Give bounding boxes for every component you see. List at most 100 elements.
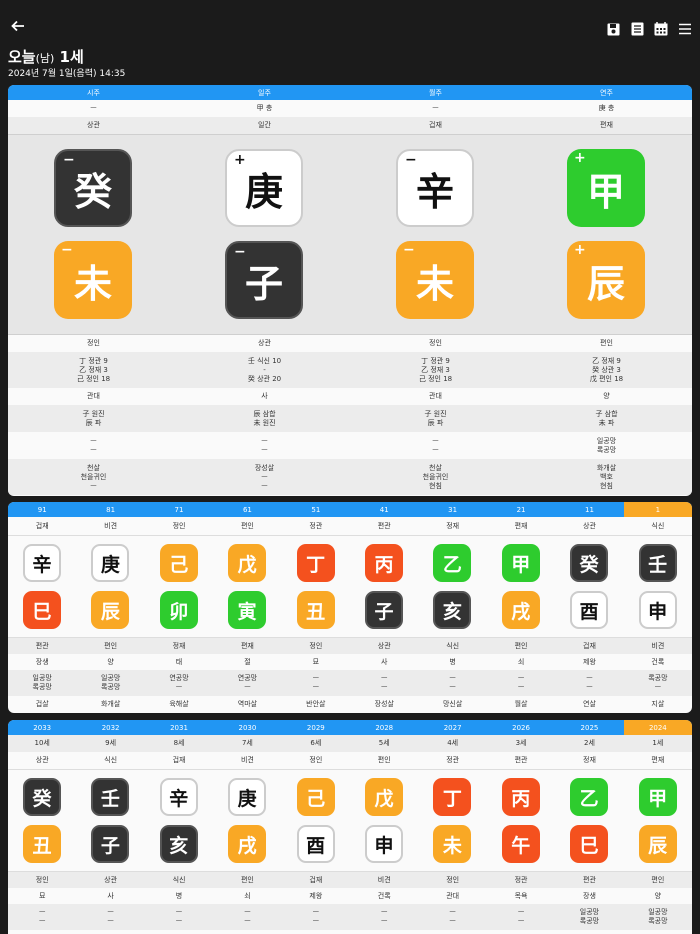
menu-icon[interactable] bbox=[676, 20, 694, 38]
earthly-branch-tile[interactable]: 亥 bbox=[433, 591, 472, 629]
earthly-branch-tile[interactable]: + 辰 bbox=[567, 241, 645, 319]
earthly-branch-tile[interactable]: 丑 bbox=[296, 591, 335, 629]
earthly-branch-tile[interactable]: 午 bbox=[501, 825, 540, 863]
yin-yang-sign: − bbox=[63, 152, 75, 168]
pillar-header[interactable]: 일주 bbox=[179, 88, 350, 98]
earthly-branch-tile[interactable]: 未 bbox=[433, 825, 472, 863]
seun-cell: 편인 bbox=[240, 875, 254, 884]
pillar-header[interactable]: 연주 bbox=[521, 88, 692, 98]
heavenly-stem-tile[interactable]: − 癸 bbox=[54, 149, 132, 227]
seun-year-header[interactable]: 2033 bbox=[8, 724, 76, 732]
earthly-branch-tile[interactable]: − 未 bbox=[54, 241, 132, 319]
heavenly-stem-tile[interactable]: 辛 bbox=[23, 544, 61, 582]
heavenly-stem-tile[interactable]: 丙 bbox=[365, 544, 403, 582]
daewoon-age-header[interactable]: 61 bbox=[213, 506, 281, 514]
pillar-cell: 子 삼합 未 파 bbox=[595, 409, 618, 427]
daewoon-age-header[interactable]: 41 bbox=[350, 506, 418, 514]
heavenly-stem-tile[interactable]: 丁 bbox=[296, 544, 335, 582]
seun-year-header[interactable]: 2026 bbox=[487, 724, 555, 732]
daewoon-age-header[interactable]: 81 bbox=[76, 506, 144, 514]
seun-cell: 정인 bbox=[309, 756, 323, 764]
pillar-cell: 子 원진 辰 파 bbox=[82, 409, 105, 427]
calendar-icon[interactable] bbox=[652, 20, 670, 38]
heavenly-stem-tile[interactable]: 辛 bbox=[159, 778, 198, 816]
heavenly-stem-tile[interactable]: 甲 bbox=[638, 778, 677, 816]
heavenly-stem-tile[interactable]: 丙 bbox=[501, 778, 540, 816]
earthly-branch-tile[interactable]: 丑 bbox=[23, 825, 61, 863]
heavenly-stem-tile[interactable]: 戊 bbox=[228, 544, 267, 582]
heavenly-stem-tile[interactable]: 丁 bbox=[433, 778, 472, 816]
heavenly-stem-tile[interactable]: + 甲 bbox=[567, 149, 645, 227]
daewoon-branch-role-row: 편관 편인 정재 편재 정인 상관 식신 편인 겁재 비견 bbox=[8, 638, 692, 654]
save-icon[interactable] bbox=[604, 20, 622, 38]
heavenly-stem-tile[interactable]: 壬 bbox=[91, 778, 130, 816]
pillar-header[interactable]: 월주 bbox=[350, 88, 521, 98]
earthly-branch-tile[interactable]: 酉 bbox=[570, 591, 609, 629]
heavenly-stem-tile[interactable]: − 辛 bbox=[396, 149, 474, 227]
pillar-branch-role-row: 정인 상관 정인 편인 bbox=[8, 335, 692, 352]
daewoon-age-header[interactable]: 11 bbox=[555, 506, 623, 514]
earthly-branch-tile[interactable]: 卯 bbox=[159, 591, 198, 629]
heavenly-stem-tile[interactable]: 庚 bbox=[228, 778, 267, 816]
earthly-branch-tile[interactable]: − 子 bbox=[225, 241, 303, 319]
heavenly-stem-tile[interactable]: + 庚 bbox=[225, 149, 303, 227]
seun-cell: 2세 bbox=[584, 739, 595, 747]
daewoon-cell: 편인 bbox=[104, 641, 118, 650]
earthly-branch-tile[interactable]: 寅 bbox=[228, 591, 267, 629]
earthly-branch-tile[interactable]: 申 bbox=[638, 591, 677, 629]
pillar-header[interactable]: 시주 bbox=[8, 88, 179, 98]
seun-cell: 편관 bbox=[583, 875, 596, 884]
seun-year-header[interactable]: 2028 bbox=[350, 724, 418, 732]
seun-year-header[interactable]: 2029 bbox=[282, 724, 350, 732]
heavenly-stem-tile[interactable]: 戊 bbox=[365, 778, 403, 816]
daewoon-age-header[interactable]: 31 bbox=[418, 506, 486, 514]
seun-year-header[interactable]: 2031 bbox=[145, 724, 213, 732]
heavenly-stem-tile[interactable]: 己 bbox=[296, 778, 335, 816]
earthly-branch-tile[interactable]: 辰 bbox=[91, 591, 130, 629]
heavenly-stem-tile[interactable]: 乙 bbox=[570, 778, 609, 816]
earthly-branch-tile[interactable]: 酉 bbox=[296, 825, 335, 863]
daewoon-age-header[interactable]: 1 bbox=[623, 502, 692, 517]
heavenly-stem-tile[interactable]: 癸 bbox=[570, 544, 609, 582]
seun-year-header[interactable]: 2030 bbox=[213, 724, 281, 732]
earthly-branch-tile[interactable]: 戌 bbox=[228, 825, 267, 863]
seun-cell: 편인 bbox=[651, 875, 665, 884]
daewoon-cell: 편재 bbox=[514, 521, 528, 530]
daewoon-age-header[interactable]: 51 bbox=[282, 506, 350, 514]
pillar-headers: 시주 일주 월주 연주 bbox=[8, 85, 692, 100]
earthly-branch-tile[interactable]: 子 bbox=[91, 825, 130, 863]
heavenly-stem-tile[interactable]: 壬 bbox=[638, 544, 677, 582]
heavenly-stem-tile[interactable]: 甲 bbox=[501, 544, 540, 582]
back-arrow-icon[interactable] bbox=[8, 18, 28, 38]
seun-cell: 비견 bbox=[377, 875, 391, 884]
earthly-branch-tile[interactable]: 辰 bbox=[638, 825, 677, 863]
heavenly-stem-tile[interactable]: 癸 bbox=[23, 778, 61, 816]
pillar-cell: 일간 bbox=[258, 121, 271, 129]
earthly-branch-tile[interactable]: 亥 bbox=[159, 825, 198, 863]
daewoon-cell: 록공망 ㅡ bbox=[648, 674, 668, 691]
earthly-branch-tile[interactable]: 申 bbox=[365, 825, 403, 863]
daewoon-cell: 양 bbox=[107, 657, 114, 666]
seun-year-header[interactable]: 2032 bbox=[76, 724, 144, 732]
heavenly-stem-tile[interactable]: 庚 bbox=[91, 544, 130, 582]
pillar-gongmang-row: ㅡ ㅡ ㅡ ㅡ ㅡ ㅡ 일공망 록공망 bbox=[8, 432, 692, 459]
earthly-branch-tile[interactable]: 巳 bbox=[570, 825, 609, 863]
tile-character: 子 bbox=[244, 260, 283, 306]
daewoon-cell: ㅡ ㅡ bbox=[381, 674, 388, 691]
seun-year-header[interactable]: 2024 bbox=[623, 720, 692, 735]
daewoon-age-header[interactable]: 21 bbox=[487, 506, 555, 514]
heavenly-stem-tile[interactable]: 乙 bbox=[433, 544, 472, 582]
earthly-branch-tile[interactable]: 巳 bbox=[23, 591, 61, 629]
daewoon-age-header[interactable]: 71 bbox=[145, 506, 213, 514]
seun-year-header[interactable]: 2027 bbox=[418, 724, 486, 732]
earthly-branch-tile[interactable]: − 未 bbox=[396, 241, 474, 319]
daewoon-age-header[interactable]: 91 bbox=[8, 506, 76, 514]
earthly-branch-tile[interactable]: 子 bbox=[365, 591, 403, 629]
list-document-icon[interactable] bbox=[628, 20, 646, 38]
seun-year-header[interactable]: 2025 bbox=[555, 724, 623, 732]
heavenly-stem-tile[interactable]: 己 bbox=[159, 544, 198, 582]
pillar-cell: 일공망 록공망 bbox=[596, 436, 617, 454]
seun-cell: 병 bbox=[175, 891, 183, 900]
earthly-branch-tile[interactable]: 戌 bbox=[501, 591, 540, 629]
seun-cell: 9세 bbox=[105, 739, 117, 747]
